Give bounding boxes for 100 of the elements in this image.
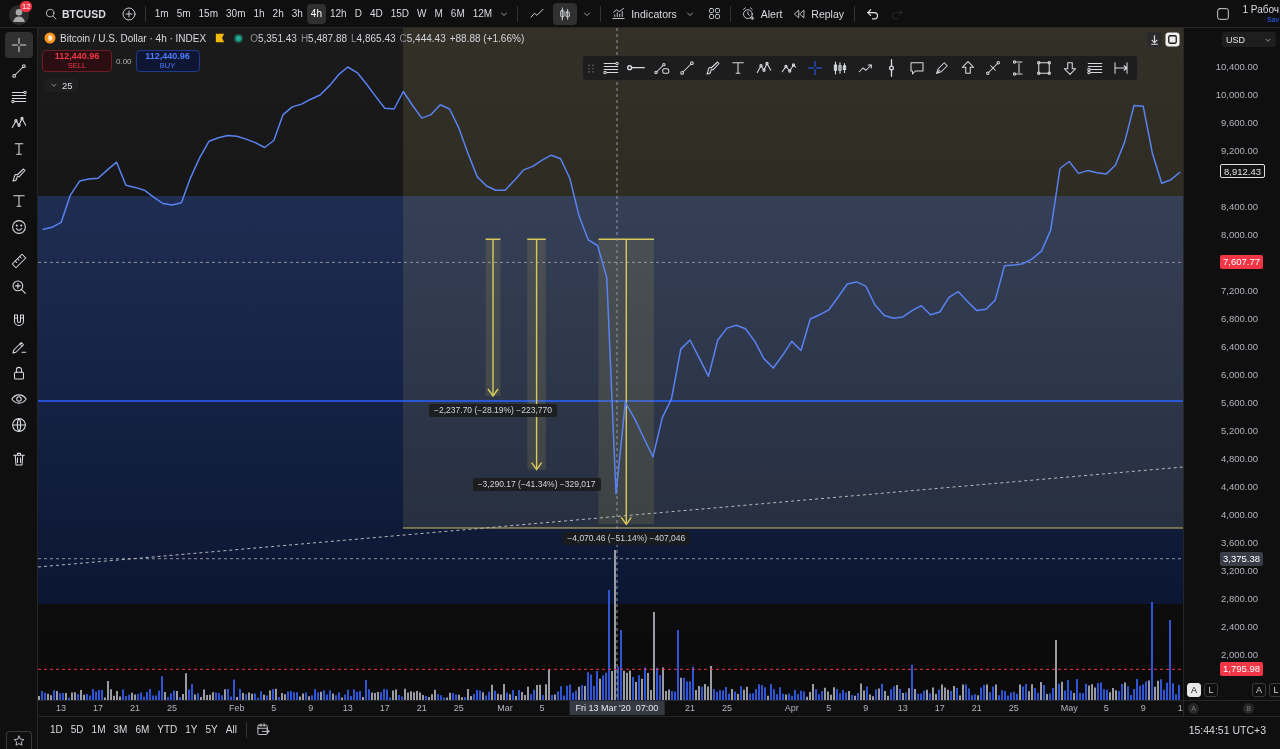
scale-button[interactable]: A (1187, 683, 1201, 697)
time-zone-clock[interactable]: 15:44:51 UTC+3 (1188, 723, 1280, 736)
collapse-toggle[interactable]: 25 (44, 78, 78, 92)
time-tick: 17 (93, 703, 104, 714)
interval-button[interactable]: 1m (150, 3, 173, 24)
interval-button[interactable]: 15m (194, 3, 222, 24)
ruler-icon (9, 252, 28, 270)
square-icon (1215, 5, 1232, 22)
time-tick: 21 (130, 703, 141, 714)
plus-circle-icon (120, 5, 137, 22)
ohlc-value: C5,444.43 (399, 32, 446, 44)
alarm-clock-icon (740, 6, 756, 21)
scale-button[interactable]: L (1204, 683, 1218, 697)
price-tick: 2,400.00 (1221, 621, 1258, 633)
range-button[interactable]: 5D (66, 720, 88, 739)
interval-button[interactable]: M (430, 3, 447, 24)
ohlc-value: L4,865.43 (351, 32, 396, 44)
price-tick: 5,600.00 (1221, 397, 1258, 409)
interval-button[interactable]: W (413, 3, 431, 24)
square-icon (1035, 59, 1054, 77)
crossed-line-icon (984, 59, 1003, 77)
time-tick: 13 (56, 703, 67, 714)
time-tick: 9 (308, 703, 314, 714)
price-tick: 6,800.00 (1221, 313, 1258, 325)
range-button[interactable]: 5Y (201, 720, 222, 739)
time-tick: 25 (1008, 703, 1019, 714)
time-tick: 25 (167, 703, 178, 714)
interval-button[interactable]: 6M (446, 3, 469, 24)
interval-button[interactable]: 12M (468, 3, 497, 24)
range-button[interactable]: All (221, 720, 241, 739)
crosshair-icon (9, 36, 28, 54)
symbol-search-button[interactable]: BTCUSD (40, 2, 110, 25)
globe-icon (9, 416, 28, 434)
price-tick: 4,400.00 (1221, 481, 1258, 493)
flag-icon (215, 33, 226, 43)
line-icon (678, 59, 697, 77)
interval-button[interactable]: 3h (287, 3, 307, 24)
measure-label: −4,070.46 (−51.14%) −407,046 (562, 532, 691, 546)
interval-button[interactable]: 12h (325, 3, 351, 24)
indicators-button[interactable]: Indicators (606, 2, 682, 25)
square-icon[interactable] (1165, 32, 1180, 47)
interval-button[interactable]: 1h (249, 3, 269, 24)
chart-bars-icon (611, 6, 627, 21)
interval-button[interactable]: 15D (386, 3, 414, 24)
dot-line-icon (627, 65, 646, 71)
favorites-button[interactable] (5, 731, 32, 749)
time-tick: Mar (497, 703, 513, 714)
alert-button[interactable]: Alert (735, 2, 788, 25)
grid-icon (706, 6, 722, 21)
time-tick: 17 (934, 703, 945, 714)
interval-button[interactable]: D (350, 3, 366, 24)
measure-label: −2,237.70 (−28.19%) −223,770 (429, 404, 557, 417)
price-tick: 2,000.00 (1221, 649, 1258, 661)
line-icon (9, 62, 28, 80)
interval-button[interactable]: 4h (306, 3, 326, 24)
interval-button[interactable]: 30m (222, 3, 250, 24)
grip-icon[interactable] (587, 62, 595, 74)
price-tick: 10,000.00 (1215, 89, 1258, 101)
time-tick: 13 (897, 703, 908, 714)
replay-button[interactable]: Replay (787, 2, 849, 25)
interval-button[interactable]: 2h (268, 3, 288, 24)
brush-icon (9, 166, 28, 184)
time-tick: 25 (453, 703, 464, 714)
range-button[interactable]: 1M (87, 720, 110, 739)
time-tick: 25 (722, 703, 732, 714)
interval-button[interactable]: 5m (172, 3, 195, 24)
interval-button[interactable]: 4D (365, 3, 387, 24)
brush-icon (703, 59, 722, 77)
range-button[interactable]: 1D (46, 720, 67, 739)
range-button[interactable]: 6M (131, 720, 154, 739)
price-label: 1,795.98 (1220, 662, 1263, 677)
price-tick: 4,000.00 (1221, 509, 1258, 521)
price-label: 3,375.38 (1220, 551, 1263, 566)
legend-title[interactable]: Bitcoin / U.S. Dollar · 4h · INDEX (60, 32, 207, 44)
price-label: 7,607.77 (1220, 255, 1263, 270)
crosshair-icon (805, 59, 824, 77)
avatar-icon[interactable] (8, 3, 30, 26)
price-tick: 10,400.00 (1215, 61, 1258, 73)
status-dot-icon (234, 33, 244, 43)
time-tick: 5 (271, 703, 277, 714)
search-icon (44, 6, 58, 21)
time-tick: 5 (826, 703, 832, 714)
scale-button[interactable]: L (1269, 683, 1280, 697)
price-tick: 3,600.00 (1221, 537, 1258, 549)
time-tick: 9 (863, 703, 869, 714)
range-button[interactable]: 1Y (181, 720, 202, 739)
crosshair-time-label: Fri 13 Mar '20 07:00 (569, 701, 665, 715)
chart-type-button[interactable] (553, 2, 578, 25)
price-tick: 2,800.00 (1221, 593, 1258, 605)
time-tick: 5 (1103, 703, 1109, 714)
time-tick: Feb (229, 703, 245, 714)
range-button[interactable]: 3M (109, 720, 132, 739)
range-button[interactable]: YTD (153, 720, 182, 739)
currency-select[interactable]: USD (1222, 32, 1276, 47)
layout-name[interactable]: 1 Рабоч (1242, 4, 1279, 15)
scale-button[interactable]: A (1252, 683, 1266, 697)
price-tick: 6,400.00 (1221, 341, 1258, 353)
down-arrow-icon[interactable] (1147, 32, 1162, 47)
bracket-icon (1111, 59, 1130, 77)
price-change: +88.88 (+1.66%) (449, 32, 525, 44)
